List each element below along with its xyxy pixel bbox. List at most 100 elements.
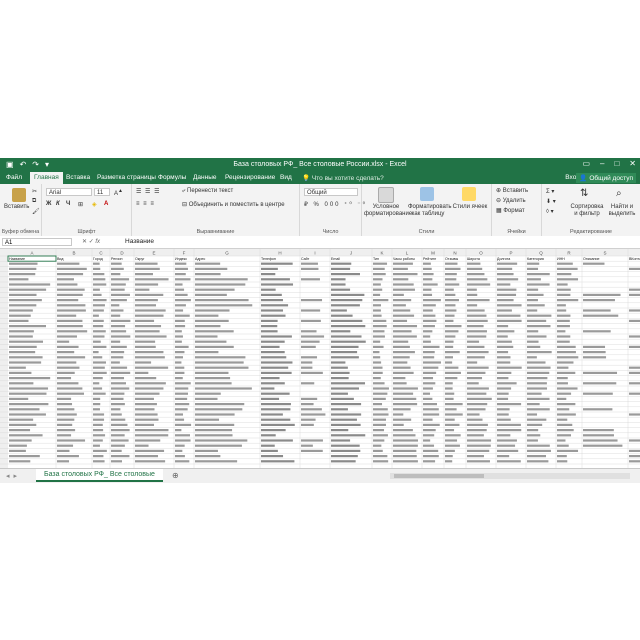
cell-content[interactable] (9, 449, 26, 452)
cell-content[interactable] (261, 351, 285, 354)
cell-content[interactable] (175, 314, 190, 317)
cell-content[interactable] (497, 439, 517, 442)
cell-content[interactable] (497, 434, 511, 437)
cell-content[interactable] (195, 319, 229, 322)
cell-content[interactable] (175, 356, 183, 359)
cell-content[interactable] (175, 366, 185, 369)
cell-content[interactable] (373, 418, 386, 421)
cell-content[interactable] (195, 444, 242, 447)
cell-content[interactable] (135, 397, 154, 400)
cell-content[interactable] (261, 397, 280, 400)
header-cell[interactable]: Телефон (261, 257, 276, 261)
cell-content[interactable] (373, 423, 386, 426)
cell-content[interactable] (93, 387, 103, 390)
cell-content[interactable] (445, 429, 455, 432)
header-cell[interactable]: Широта (467, 257, 480, 261)
cell-content[interactable] (57, 439, 86, 442)
cell-content[interactable] (393, 314, 415, 317)
merge-center-button[interactable]: ⊟ Объединить и поместить в центре (182, 201, 285, 208)
minimize-icon[interactable]: – (600, 159, 604, 168)
cell-content[interactable] (445, 304, 456, 307)
cell-content[interactable] (93, 325, 104, 328)
cell-content[interactable] (373, 460, 389, 463)
cell-content[interactable] (135, 361, 152, 364)
cell-content[interactable] (301, 366, 313, 369)
cell-content[interactable] (331, 345, 359, 348)
cell-content[interactable] (373, 371, 383, 374)
cell-content[interactable] (301, 356, 318, 359)
cell-content[interactable] (373, 387, 389, 390)
cell-content[interactable] (331, 413, 362, 416)
cell-content[interactable] (9, 382, 34, 385)
cell-content[interactable] (393, 345, 410, 348)
cell-content[interactable] (373, 278, 383, 281)
cell-content[interactable] (331, 293, 365, 296)
share-button[interactable]: 👤 Общий доступ (576, 173, 636, 183)
cell-content[interactable] (57, 356, 86, 359)
cell-content[interactable] (331, 288, 351, 291)
cell-content[interactable] (423, 330, 433, 333)
cell-content[interactable] (135, 371, 149, 374)
cell-content[interactable] (527, 267, 539, 270)
cell-content[interactable] (135, 304, 157, 307)
cell-content[interactable] (373, 340, 381, 343)
cell-content[interactable] (373, 397, 386, 400)
cell-content[interactable] (629, 460, 640, 463)
fill-color-icon[interactable]: ◈ (92, 201, 97, 208)
cell-content[interactable] (467, 387, 489, 390)
cell-content[interactable] (331, 392, 348, 395)
cell-content[interactable] (261, 403, 291, 406)
cell-content[interactable] (57, 267, 87, 270)
cell-content[interactable] (527, 304, 545, 307)
cell-content[interactable] (111, 361, 120, 364)
cell-content[interactable] (301, 262, 318, 265)
cell-content[interactable] (57, 262, 80, 265)
cell-content[interactable] (93, 413, 105, 416)
cell-content[interactable] (111, 382, 126, 385)
cell-content[interactable] (93, 330, 106, 333)
header-cell[interactable]: Email (331, 257, 340, 261)
cell-content[interactable] (261, 429, 286, 432)
cell-content[interactable] (497, 444, 516, 447)
cell-content[interactable] (423, 262, 431, 265)
header-cell[interactable]: Тип (373, 257, 379, 261)
cell-content[interactable] (423, 403, 438, 406)
cell-content[interactable] (135, 455, 159, 458)
cell-content[interactable] (527, 439, 538, 442)
cell-content[interactable] (557, 293, 571, 296)
cell-content[interactable] (467, 429, 487, 432)
cell-content[interactable] (497, 283, 511, 286)
cell-content[interactable] (497, 299, 514, 302)
cell-content[interactable] (583, 314, 619, 317)
header-cell[interactable]: Индекс (175, 257, 187, 261)
cell-content[interactable] (423, 371, 437, 374)
cell-content[interactable] (373, 392, 388, 395)
cell-content[interactable] (557, 351, 576, 354)
sort-filter-button[interactable]: Сортировка и фильтр (570, 204, 604, 218)
cell-content[interactable] (423, 377, 434, 380)
cell-content[interactable] (9, 392, 47, 395)
cell-content[interactable] (373, 439, 385, 442)
cell-content[interactable] (261, 423, 295, 426)
cell-content[interactable] (497, 351, 509, 354)
cell-content[interactable] (135, 413, 158, 416)
cell-content[interactable] (527, 335, 547, 338)
cell-content[interactable] (423, 455, 439, 458)
cell-content[interactable] (527, 382, 547, 385)
cell-content[interactable] (175, 403, 190, 406)
cell-content[interactable] (497, 309, 512, 312)
cell-content[interactable] (331, 449, 361, 452)
cell-content[interactable] (393, 330, 412, 333)
cell-content[interactable] (57, 408, 75, 411)
cell-content[interactable] (111, 387, 130, 390)
cell-content[interactable] (135, 449, 165, 452)
cell-content[interactable] (467, 455, 484, 458)
cell-content[interactable] (111, 423, 128, 426)
cell-content[interactable] (467, 382, 479, 385)
cell-content[interactable] (629, 319, 640, 322)
cell-content[interactable] (557, 273, 572, 276)
cell-content[interactable] (135, 293, 164, 296)
cell-content[interactable] (423, 444, 435, 447)
cell-content[interactable] (57, 387, 83, 390)
cell-content[interactable] (557, 314, 571, 317)
